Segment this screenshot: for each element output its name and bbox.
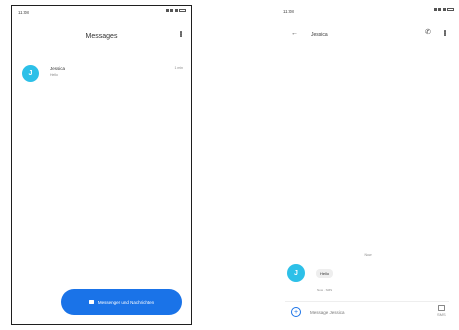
add-icon[interactable]: + (291, 307, 301, 317)
avatar: J (287, 264, 305, 282)
wifi-icon (438, 8, 441, 11)
status-bar: 11:08 (277, 5, 459, 17)
conversation-time: 1 min (174, 66, 183, 70)
data-icon (174, 9, 178, 12)
back-arrow-icon[interactable]: ← (291, 30, 298, 37)
wifi-icon (170, 9, 173, 12)
start-chat-label: Messenger und Nachrichten (97, 299, 155, 305)
conversation-screen: 11:08 ← Jessica ✆ Now J Hello Now · SMS … (277, 5, 459, 325)
messages-list-screen: 11:08 Messages J Jessica Hello 1 min Mes… (11, 5, 192, 325)
message-input[interactable]: Message Jessica (310, 310, 345, 315)
conversation-name: Jessica (50, 66, 66, 71)
conversation-snippet: Hello (50, 73, 58, 77)
sms-label: SMS (437, 312, 446, 317)
phone-icon[interactable]: ✆ (425, 29, 431, 36)
status-bar: 11:08 (12, 6, 191, 18)
signal-icon (165, 9, 169, 12)
data-icon (442, 8, 446, 11)
page-title: Messages (85, 33, 118, 40)
message-meta: Now · SMS (317, 288, 333, 292)
contact-name: Jessica (311, 32, 328, 38)
avatar: J (22, 65, 39, 82)
signal-icon (433, 8, 437, 11)
send-sms-icon (437, 305, 445, 311)
chat-icon (88, 300, 94, 304)
status-icons (165, 9, 186, 12)
day-separator: Now (364, 253, 372, 257)
conversation-item[interactable]: J Jessica Hello 1 min (20, 63, 185, 83)
more-vert-icon[interactable] (180, 31, 182, 37)
status-icons (433, 8, 454, 11)
more-vert-icon[interactable] (444, 30, 446, 36)
start-chat-button[interactable]: Messenger und Nachrichten (61, 289, 182, 315)
battery-icon (447, 8, 454, 11)
send-sms-button[interactable]: SMS (437, 305, 446, 318)
status-time: 11:08 (18, 10, 29, 15)
message-bubble[interactable]: Hello (316, 269, 334, 278)
battery-icon (179, 9, 186, 12)
message-composer: + Message Jessica SMS (285, 301, 449, 322)
status-time: 11:08 (283, 9, 294, 14)
